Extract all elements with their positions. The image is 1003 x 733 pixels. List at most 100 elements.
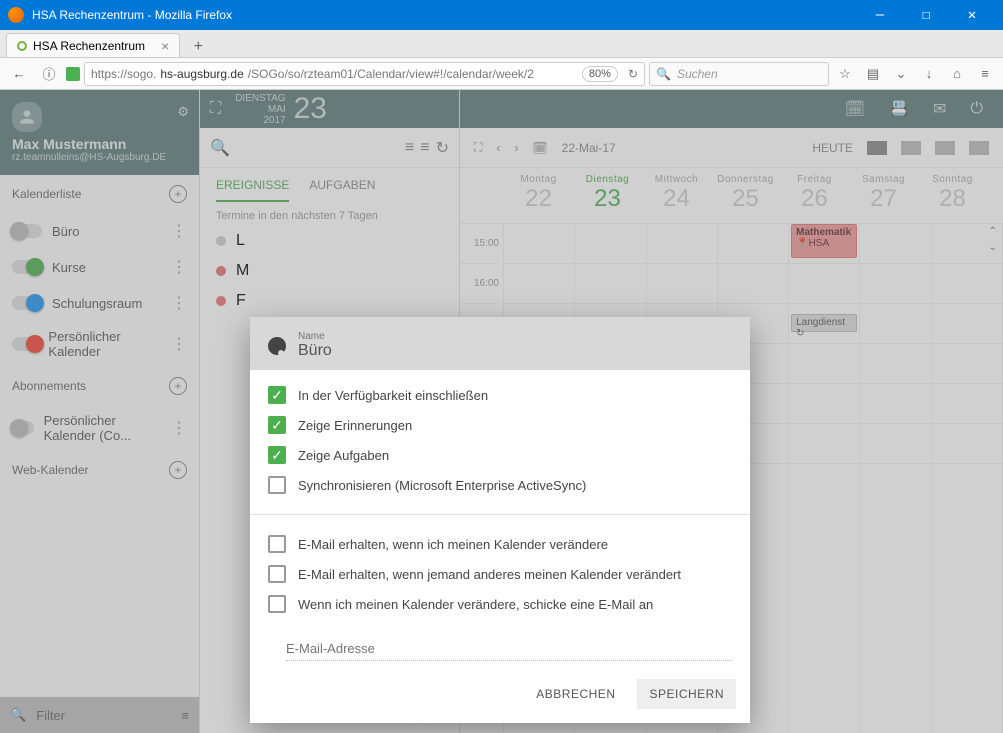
next-icon[interactable]: › xyxy=(514,141,518,155)
calendar-name-input[interactable]: Büro xyxy=(298,342,332,360)
email-address-input[interactable] xyxy=(286,637,732,661)
palette-icon[interactable] xyxy=(268,337,286,355)
checkbox-reminders[interactable]: ✓Zeige Erinnerungen xyxy=(268,410,732,440)
sidebar-item-personal[interactable]: Persönlicher Kalender ⋮ xyxy=(0,321,199,367)
url-field[interactable]: https://sogo.hs-augsburg.de/SOGo/so/rzte… xyxy=(84,62,645,86)
add-calendar-button[interactable]: + xyxy=(169,185,187,203)
sort-icon[interactable]: ≡ xyxy=(420,139,429,157)
sidebar-item-buero[interactable]: Büro ⋮ xyxy=(0,213,199,249)
toggle-icon[interactable] xyxy=(12,224,42,238)
event-item[interactable]: F xyxy=(200,286,459,316)
identity-button[interactable]: ⓘ xyxy=(36,61,62,87)
maximize-button[interactable]: ☐ xyxy=(903,0,949,30)
checkbox-icon[interactable] xyxy=(268,595,286,613)
home-icon[interactable]: ⌂ xyxy=(945,62,969,86)
toggle-icon[interactable] xyxy=(12,260,42,274)
search-icon[interactable]: 🔍 xyxy=(210,138,230,158)
filter-icon[interactable]: ≡ xyxy=(405,139,414,157)
more-icon[interactable]: ⋮ xyxy=(171,257,187,277)
calendar-icon[interactable]: 🗓 xyxy=(845,99,865,119)
day-column[interactable] xyxy=(860,224,931,733)
checkbox-icon[interactable]: ✓ xyxy=(268,386,286,404)
more-icon[interactable]: ⋮ xyxy=(171,221,187,241)
day-column[interactable] xyxy=(932,224,1003,733)
power-icon[interactable]: ⏻ xyxy=(970,100,983,118)
search-box[interactable]: 🔍 Suchen xyxy=(649,62,829,86)
toggle-icon[interactable] xyxy=(12,337,38,351)
downloads-icon[interactable]: ↓ xyxy=(917,62,941,86)
view-list-icon[interactable] xyxy=(969,141,989,155)
toggle-icon[interactable] xyxy=(12,421,34,435)
menu-icon[interactable]: ≡ xyxy=(973,62,997,86)
save-button[interactable]: SPEICHERN xyxy=(637,679,736,709)
day-header[interactable]: Mittwoch24 xyxy=(642,168,711,223)
view-week-icon[interactable] xyxy=(901,141,921,155)
menu-icon[interactable]: ≡ xyxy=(181,708,189,723)
datepicker-icon[interactable]: 🗓 xyxy=(532,141,547,155)
checkbox-icon[interactable]: ✓ xyxy=(268,446,286,464)
checkbox-tasks[interactable]: ✓Zeige Aufgaben xyxy=(268,440,732,470)
event-item[interactable]: M xyxy=(200,256,459,286)
day-header[interactable]: Sonntag28 xyxy=(918,168,987,223)
event-mathematik[interactable]: Mathematik 📍HSA xyxy=(791,224,857,258)
sidebar-filter[interactable]: 🔍 Filter ≡ xyxy=(0,697,199,733)
day-header[interactable]: Donnerstag25 xyxy=(711,168,780,223)
scroll-up-icon[interactable]: ⌃ xyxy=(989,226,997,237)
checkbox-icon[interactable] xyxy=(268,565,286,583)
tab-close-icon[interactable]: × xyxy=(161,38,169,54)
zoom-badge[interactable]: 80% xyxy=(582,66,618,82)
refresh-icon[interactable]: ↻ xyxy=(436,138,449,158)
more-icon[interactable]: ⋮ xyxy=(171,293,187,313)
cancel-button[interactable]: ABBRECHEN xyxy=(524,679,627,709)
more-icon[interactable]: ⋮ xyxy=(171,418,187,438)
checkbox-email-other[interactable]: E-Mail erhalten, wenn jemand anderes mei… xyxy=(268,559,732,589)
sidebar-item-kurse[interactable]: Kurse ⋮ xyxy=(0,249,199,285)
new-tab-button[interactable]: + xyxy=(186,37,210,57)
day-header[interactable]: Dienstag23 xyxy=(573,168,642,223)
mail-icon[interactable]: ✉ xyxy=(933,99,946,119)
back-button[interactable]: ← xyxy=(6,61,32,87)
add-subscription-button[interactable]: + xyxy=(169,377,187,395)
checkbox-availability[interactable]: ✓In der Verfügbarkeit einschließen xyxy=(268,380,732,410)
dow-label: DIENSTAG xyxy=(235,93,285,104)
contacts-icon[interactable]: 📇 xyxy=(889,99,909,119)
scroll-down-icon[interactable]: ⌄ xyxy=(989,242,997,253)
event-item[interactable]: L xyxy=(200,226,459,256)
add-web-calendar-button[interactable]: + xyxy=(169,461,187,479)
today-button[interactable]: HEUTE xyxy=(812,141,853,155)
checkbox-icon[interactable] xyxy=(268,535,286,553)
close-button[interactable]: ✕ xyxy=(949,0,995,30)
pocket-icon[interactable]: ⌄ xyxy=(889,62,913,86)
sidebar-item-label: Büro xyxy=(52,224,79,239)
sidebar-item-subscription[interactable]: Persönlicher Kalender (Co... ⋮ xyxy=(0,405,199,451)
day-header[interactable]: Freitag26 xyxy=(780,168,849,223)
view-month-icon[interactable] xyxy=(935,141,955,155)
sidebar-item-schulungsraum[interactable]: Schulungsraum ⋮ xyxy=(0,285,199,321)
browser-tab[interactable]: HSA Rechenzentrum × xyxy=(6,33,180,57)
library-icon[interactable]: ▤ xyxy=(861,62,885,86)
prev-icon[interactable]: ‹ xyxy=(496,141,500,155)
day-column[interactable]: Mathematik 📍HSA Langdienst ↻ xyxy=(789,224,860,733)
checkbox-email-send[interactable]: Wenn ich meinen Kalender verändere, schi… xyxy=(268,589,732,619)
checkbox-sync[interactable]: Synchronisieren (Microsoft Enterprise Ac… xyxy=(268,470,732,500)
gear-icon[interactable]: ⚙ xyxy=(177,104,189,120)
sidebar-item-label: Persönlicher Kalender (Co... xyxy=(44,413,161,443)
bookmark-star-icon[interactable]: ☆ xyxy=(833,62,857,86)
checkbox-email-self[interactable]: E-Mail erhalten, wenn ich meinen Kalende… xyxy=(268,529,732,559)
event-langdienst[interactable]: Langdienst ↻ xyxy=(791,314,857,332)
window-titlebar: HSA Rechenzentrum - Mozilla Firefox — ☐ … xyxy=(0,0,1003,30)
checkbox-icon[interactable]: ✓ xyxy=(268,416,286,434)
checkbox-icon[interactable] xyxy=(268,476,286,494)
event-dot-icon xyxy=(216,266,226,276)
tab-events[interactable]: EREIGNISSE xyxy=(216,178,289,202)
minimize-button[interactable]: — xyxy=(857,0,903,30)
tab-tasks[interactable]: AUFGABEN xyxy=(309,178,375,202)
view-day-icon[interactable] xyxy=(867,141,887,155)
day-header[interactable]: Samstag27 xyxy=(849,168,918,223)
fullscreen-icon[interactable]: ⛶ xyxy=(474,140,482,155)
toggle-icon[interactable] xyxy=(12,296,42,310)
reload-icon[interactable]: ↻ xyxy=(628,67,638,81)
day-header[interactable]: Montag22 xyxy=(504,168,573,223)
more-icon[interactable]: ⋮ xyxy=(171,334,187,354)
fullscreen-icon[interactable]: ⛶ xyxy=(210,100,221,118)
